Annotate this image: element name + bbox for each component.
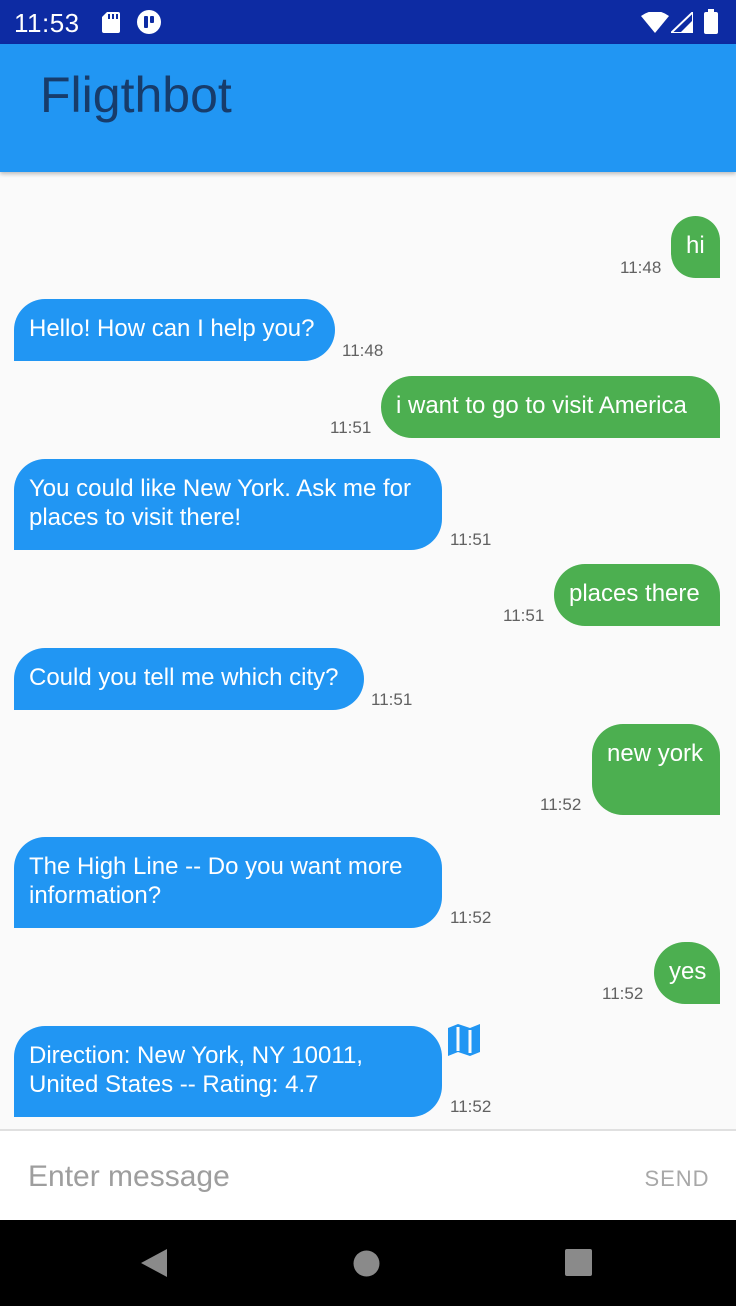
bot-message: Direction: New York, NY 10011, United St… [14, 1026, 442, 1117]
user-message: i want to go to visit America [381, 376, 720, 438]
map-icon[interactable] [447, 1024, 481, 1056]
navigation-bar [0, 1220, 736, 1306]
home-icon[interactable] [353, 1250, 380, 1277]
user-message: yes [654, 942, 720, 1004]
status-bar: 11:53 [0, 0, 736, 44]
bot-message: Hello! How can I help you? [14, 299, 335, 361]
message-time: 11:51 [330, 418, 372, 437]
bot-message: Could you tell me which city? [14, 648, 364, 710]
bot-message: The High Line -- Do you want more inform… [14, 837, 442, 928]
send-button[interactable]: SEND [630, 1159, 724, 1199]
status-time: 11:53 [14, 8, 80, 38]
app-title: Fligthbot [40, 67, 232, 123]
user-message: places there [554, 564, 720, 626]
message-time: 11:51 [503, 606, 545, 625]
message-time: 11:52 [540, 795, 582, 814]
message-time: 11:48 [620, 258, 662, 277]
message-time: 11:52 [602, 984, 644, 1003]
message-input-bar: SEND [0, 1129, 736, 1220]
message-input[interactable] [28, 1157, 588, 1197]
user-message: hi [671, 216, 720, 278]
wifi-icon [641, 12, 669, 33]
sd-card-icon [102, 12, 120, 33]
message-time: 11:51 [450, 530, 492, 549]
recents-icon[interactable] [565, 1249, 592, 1276]
back-icon[interactable] [141, 1249, 167, 1277]
battery-icon [704, 9, 718, 34]
message-time: 11:52 [450, 1097, 492, 1116]
app-bar: Fligthbot [0, 44, 736, 172]
message-time: 11:52 [450, 908, 492, 927]
message-time: 11:51 [371, 690, 413, 709]
user-message: new york [592, 724, 720, 815]
app-notification-icon [137, 10, 161, 34]
chat-list[interactable]: hi 11:48 Hello! How can I help you? 11:4… [0, 172, 736, 1130]
bot-message: You could like New York. Ask me for plac… [14, 459, 442, 550]
signal-icon [671, 12, 693, 33]
message-time: 11:48 [342, 341, 384, 360]
